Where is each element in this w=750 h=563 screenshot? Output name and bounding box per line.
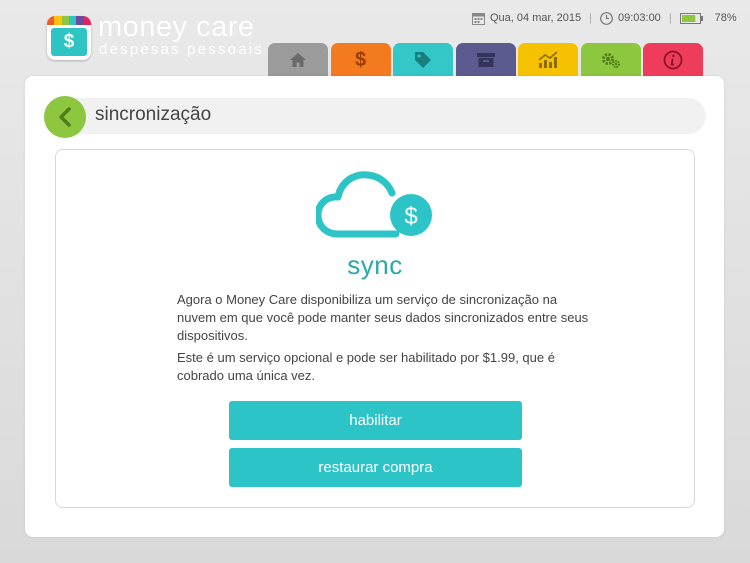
home-icon <box>290 53 306 67</box>
logo-stripes <box>47 16 91 25</box>
main-panel: sincronização $ sync Agora o Money Care … <box>25 76 724 537</box>
clock-icon <box>600 11 613 25</box>
tab-settings[interactable] <box>580 43 641 77</box>
logo-dollar-icon: $ <box>51 28 87 56</box>
sync-description-1: Agora o Money Care disponibiliza um serv… <box>177 292 589 343</box>
cloud-sync-icon: $ <box>316 171 432 238</box>
archive-icon <box>476 53 495 67</box>
tab-home[interactable] <box>268 43 328 77</box>
status-time: 09:03:00 <box>617 12 661 24</box>
cloud-dollar-icon: $ <box>404 203 417 230</box>
status-battery: 78% <box>714 12 737 24</box>
enable-button[interactable]: habilitar <box>229 401 522 440</box>
tab-categories[interactable] <box>393 43 453 77</box>
main-tabs: $ <box>268 43 706 77</box>
app-title: money care <box>98 11 255 43</box>
sync-title: sync <box>347 250 403 280</box>
app-logo: $ <box>47 16 91 60</box>
gears-icon <box>601 53 620 68</box>
tab-archive[interactable] <box>455 43 516 77</box>
status-bar: Qua, 04 mar, 2015 | 09:03:00 | 78% <box>472 9 737 27</box>
tab-expenses[interactable]: $ <box>330 43 391 77</box>
battery-icon <box>679 12 703 24</box>
tab-reports[interactable] <box>518 43 578 77</box>
restore-purchase-button[interactable]: restaurar compra <box>229 448 522 487</box>
tab-info[interactable] <box>643 43 703 77</box>
app-subtitle: despesas pessoais <box>99 41 264 58</box>
status-date: Qua, 04 mar, 2015 <box>490 12 582 24</box>
tag-icon <box>415 52 431 68</box>
calendar-icon <box>472 12 485 25</box>
section-title: sincronização <box>95 104 212 125</box>
chart-icon <box>538 51 558 68</box>
back-button[interactable] <box>44 96 86 138</box>
info-icon <box>663 50 683 70</box>
sync-card: $ sync Agora o Money Care disponibiliza … <box>55 149 695 508</box>
chevron-left-icon <box>59 107 71 127</box>
dollar-icon: $ <box>354 48 367 71</box>
sync-description-2: Este é um serviço opcional e pode ser ha… <box>177 350 555 383</box>
